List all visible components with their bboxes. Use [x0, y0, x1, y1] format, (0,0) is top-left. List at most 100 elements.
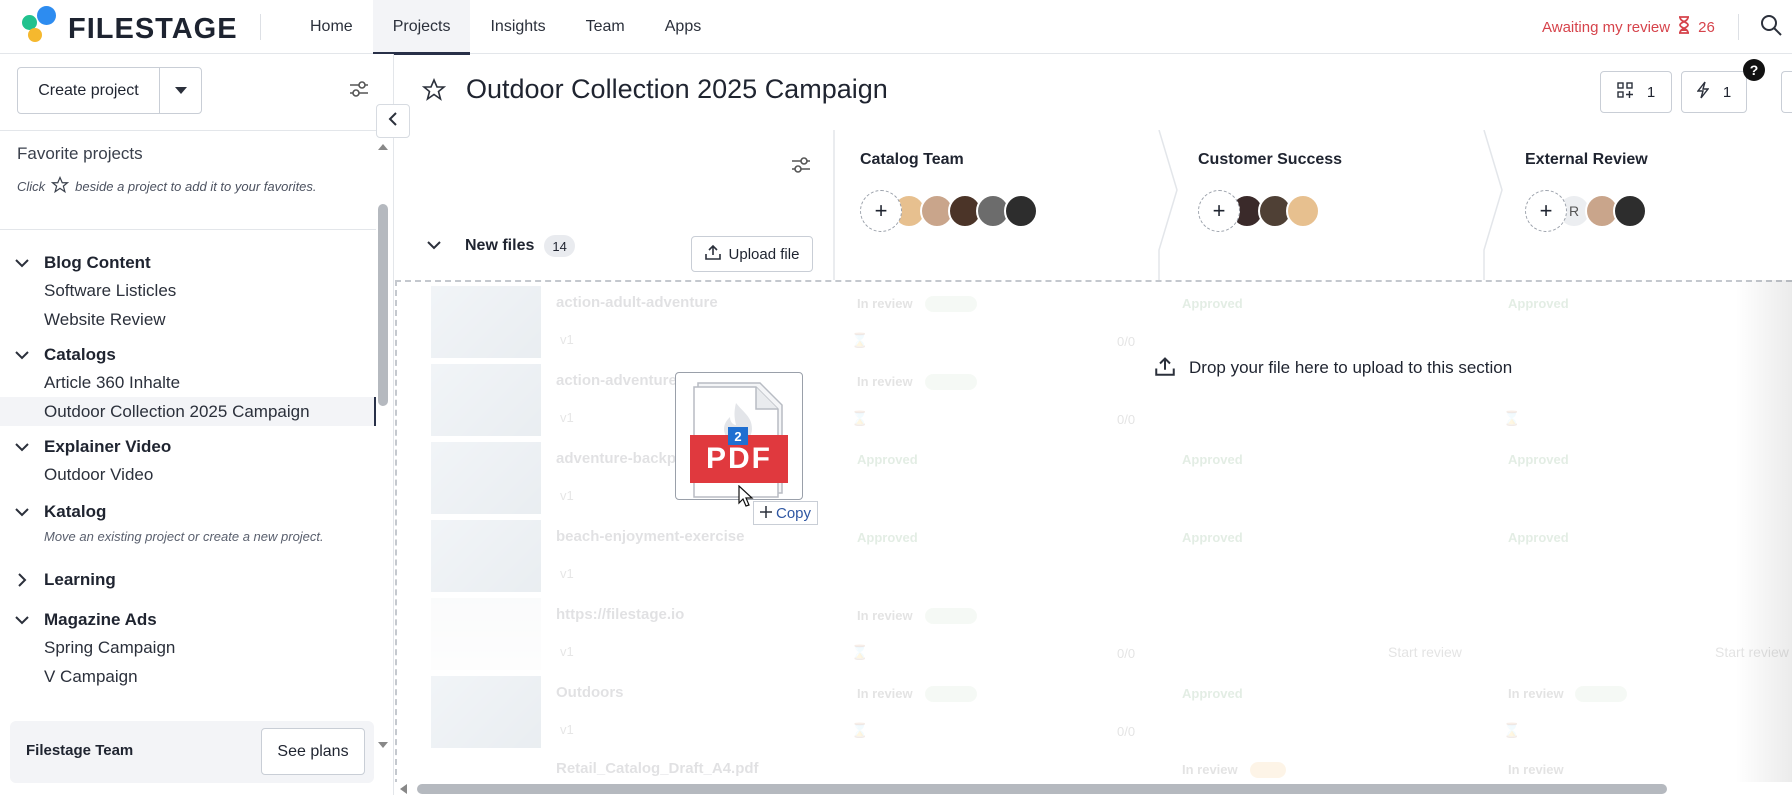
help-icon[interactable]: ?: [1743, 59, 1765, 81]
project-item[interactable]: V Campaign: [0, 662, 376, 691]
page-title: Outdoor Collection 2025 Campaign: [466, 74, 888, 104]
project-item[interactable]: Software Listicles: [0, 276, 376, 305]
folder-explainer-video: Explainer Video Outdoor Video: [0, 434, 376, 489]
project-view: Outdoor Collection 2025 Campaign ? 1 1 N…: [395, 54, 1792, 795]
see-plans-button[interactable]: See plans: [261, 728, 365, 775]
folder-name: Blog Content: [44, 253, 151, 272]
add-reviewer-button[interactable]: +: [1525, 190, 1567, 232]
drop-message: Drop your file here to upload to this se…: [1147, 348, 1521, 388]
filestage-logo[interactable]: FILESTAGE: [16, 6, 246, 48]
top-bar: FILESTAGE Home Projects Insights Team Ap…: [0, 0, 1792, 55]
chevron-left-icon: [388, 111, 398, 131]
section-name: New files: [465, 237, 535, 254]
folder-header[interactable]: Katalog: [0, 499, 376, 525]
upload-file-button[interactable]: Upload file: [691, 236, 813, 272]
search-button[interactable]: [1758, 12, 1788, 42]
grid-icon: [1617, 82, 1633, 102]
stage-title-catalog-team[interactable]: Catalog Team: [860, 151, 964, 169]
add-reviewer-button[interactable]: +: [860, 190, 902, 232]
divider: [0, 130, 376, 131]
main-nav: Home Projects Insights Team Apps: [290, 0, 721, 55]
project-item[interactable]: Outdoor Video: [0, 460, 376, 489]
chevron-down-icon: [0, 258, 44, 268]
stage-separator: [833, 130, 835, 280]
sliders-icon: [348, 81, 370, 104]
nav-apps[interactable]: Apps: [645, 0, 721, 54]
stage-title-customer-success[interactable]: Customer Success: [1198, 151, 1342, 169]
plan-footer: Filestage Team See plans: [10, 721, 374, 783]
chevron-down-icon: [0, 442, 44, 452]
upload-icon: [704, 244, 721, 264]
folder-header[interactable]: Magazine Ads: [0, 607, 376, 633]
copy-label: Copy: [776, 504, 812, 522]
chevron-down-icon[interactable]: [427, 237, 441, 255]
sidebar: Create project Favorite projects Click b…: [0, 54, 410, 795]
add-reviewer-button[interactable]: +: [1198, 190, 1240, 232]
folder-catalogs: Catalogs Article 360 Inhalte Outdoor Col…: [0, 342, 376, 426]
sliders-icon: [790, 157, 812, 180]
folder-katalog: Katalog Move an existing project or crea…: [0, 499, 376, 547]
awaiting-review-count: 26: [1698, 18, 1715, 36]
avatar[interactable]: [1004, 194, 1038, 228]
folder-header[interactable]: Catalogs: [0, 342, 376, 368]
automations-button[interactable]: 1: [1681, 71, 1747, 113]
folder-name: Magazine Ads: [44, 610, 157, 629]
sidebar-scrollbar[interactable]: [378, 142, 388, 750]
search-icon: [1758, 15, 1784, 42]
logo-text: FILESTAGE: [68, 13, 238, 45]
project-item[interactable]: Spring Campaign: [0, 633, 376, 662]
favorite-star-button[interactable]: [421, 77, 447, 102]
views-button[interactable]: 1: [1600, 71, 1672, 113]
favorites-title: Favorite projects: [17, 144, 143, 163]
plus-icon: [760, 505, 772, 522]
horizontal-scrollbar[interactable]: [395, 782, 1792, 795]
chevron-down-icon: [0, 507, 44, 517]
awaiting-review-label: Awaiting my review: [1542, 18, 1671, 36]
nav-home[interactable]: Home: [290, 0, 373, 54]
nav-projects[interactable]: Projects: [372, 0, 471, 55]
stage-reviewers: +: [1198, 190, 1320, 232]
more-header-button[interactable]: [1781, 71, 1792, 113]
stage-separator: [1483, 130, 1503, 280]
favorites-hint: Click beside a project to add it to your…: [17, 175, 317, 197]
upload-icon: [1155, 356, 1175, 381]
nav-team[interactable]: Team: [566, 0, 645, 54]
stage-reviewers: + R: [1525, 190, 1647, 232]
awaiting-review-link[interactable]: Awaiting my review 26: [1542, 16, 1715, 38]
sidebar-filter-button[interactable]: [348, 78, 370, 100]
project-item[interactable]: Article 360 Inhalte: [0, 368, 376, 397]
folder-header[interactable]: Learning: [0, 567, 376, 593]
logo-divider: [260, 14, 261, 40]
project-item-active[interactable]: Outdoor Collection 2025 Campaign: [0, 397, 376, 426]
folder-header[interactable]: Blog Content: [0, 250, 376, 276]
drop-zone[interactable]: [395, 280, 1792, 795]
chevron-down-icon: [0, 350, 44, 360]
upload-file-label: Upload file: [728, 245, 800, 263]
project-item[interactable]: Website Review: [0, 305, 376, 334]
create-project-dropdown[interactable]: [160, 68, 201, 113]
folder-blog-content: Blog Content Software Listicles Website …: [0, 250, 376, 334]
sidebar-scroll-thumb[interactable]: [378, 204, 388, 406]
create-project-button[interactable]: Create project: [18, 68, 160, 113]
favorites-hint-pre: Click: [17, 179, 46, 194]
dragged-file-preview: 2 PDF: [675, 372, 803, 507]
file-filter-button[interactable]: [790, 154, 812, 176]
copy-indicator: Copy: [753, 501, 819, 525]
stage-separator: [1158, 130, 1178, 280]
empty-folder-hint: Move an existing project or create a new…: [44, 528, 324, 544]
file-type-label: PDF: [706, 442, 772, 475]
automations-count: 1: [1722, 83, 1732, 101]
collapse-sidebar-button[interactable]: [376, 104, 410, 138]
section-count-badge: 14: [544, 235, 575, 257]
folder-name: Katalog: [44, 502, 107, 521]
nav-insights[interactable]: Insights: [470, 0, 565, 54]
stage-title-external-review[interactable]: External Review: [1525, 151, 1648, 169]
avatar[interactable]: [1286, 194, 1320, 228]
project-list: Blog Content Software Listicles Website …: [0, 250, 376, 758]
folder-name: Explainer Video: [44, 437, 172, 456]
folder-header[interactable]: Explainer Video: [0, 434, 376, 460]
avatar[interactable]: [1613, 194, 1647, 228]
folder-learning: Learning: [0, 567, 376, 593]
horizontal-scroll-thumb[interactable]: [417, 784, 1667, 794]
chevron-right-icon: [0, 573, 44, 587]
